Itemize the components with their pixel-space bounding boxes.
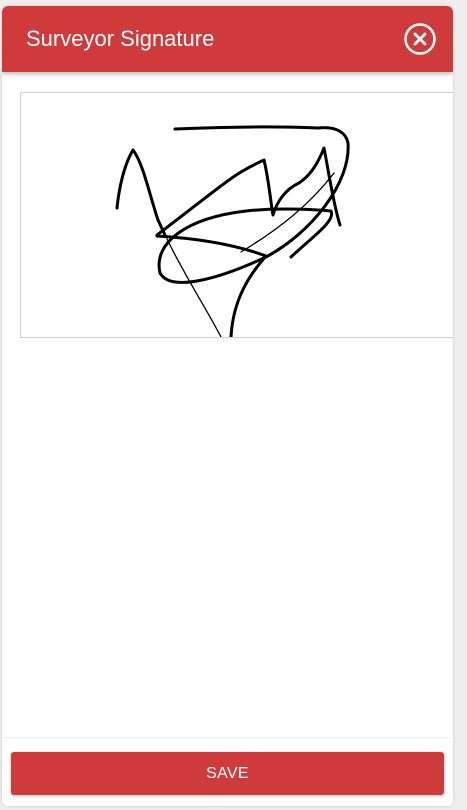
signature-stroke	[115, 148, 167, 237]
modal-footer: SAVE	[2, 737, 453, 806]
modal-title: Surveyor Signature	[26, 26, 215, 51]
signature-stroke	[157, 125, 350, 284]
modal-header: Surveyor Signature	[2, 6, 453, 72]
signature-modal: Surveyor Signature SAVE	[2, 6, 453, 806]
signature-drawing	[115, 125, 350, 337]
save-button[interactable]: SAVE	[11, 752, 444, 795]
signature-canvas[interactable]	[20, 92, 453, 338]
close-button[interactable]	[404, 23, 436, 55]
close-circle-icon	[404, 23, 436, 55]
signature-stroke	[166, 238, 222, 337]
